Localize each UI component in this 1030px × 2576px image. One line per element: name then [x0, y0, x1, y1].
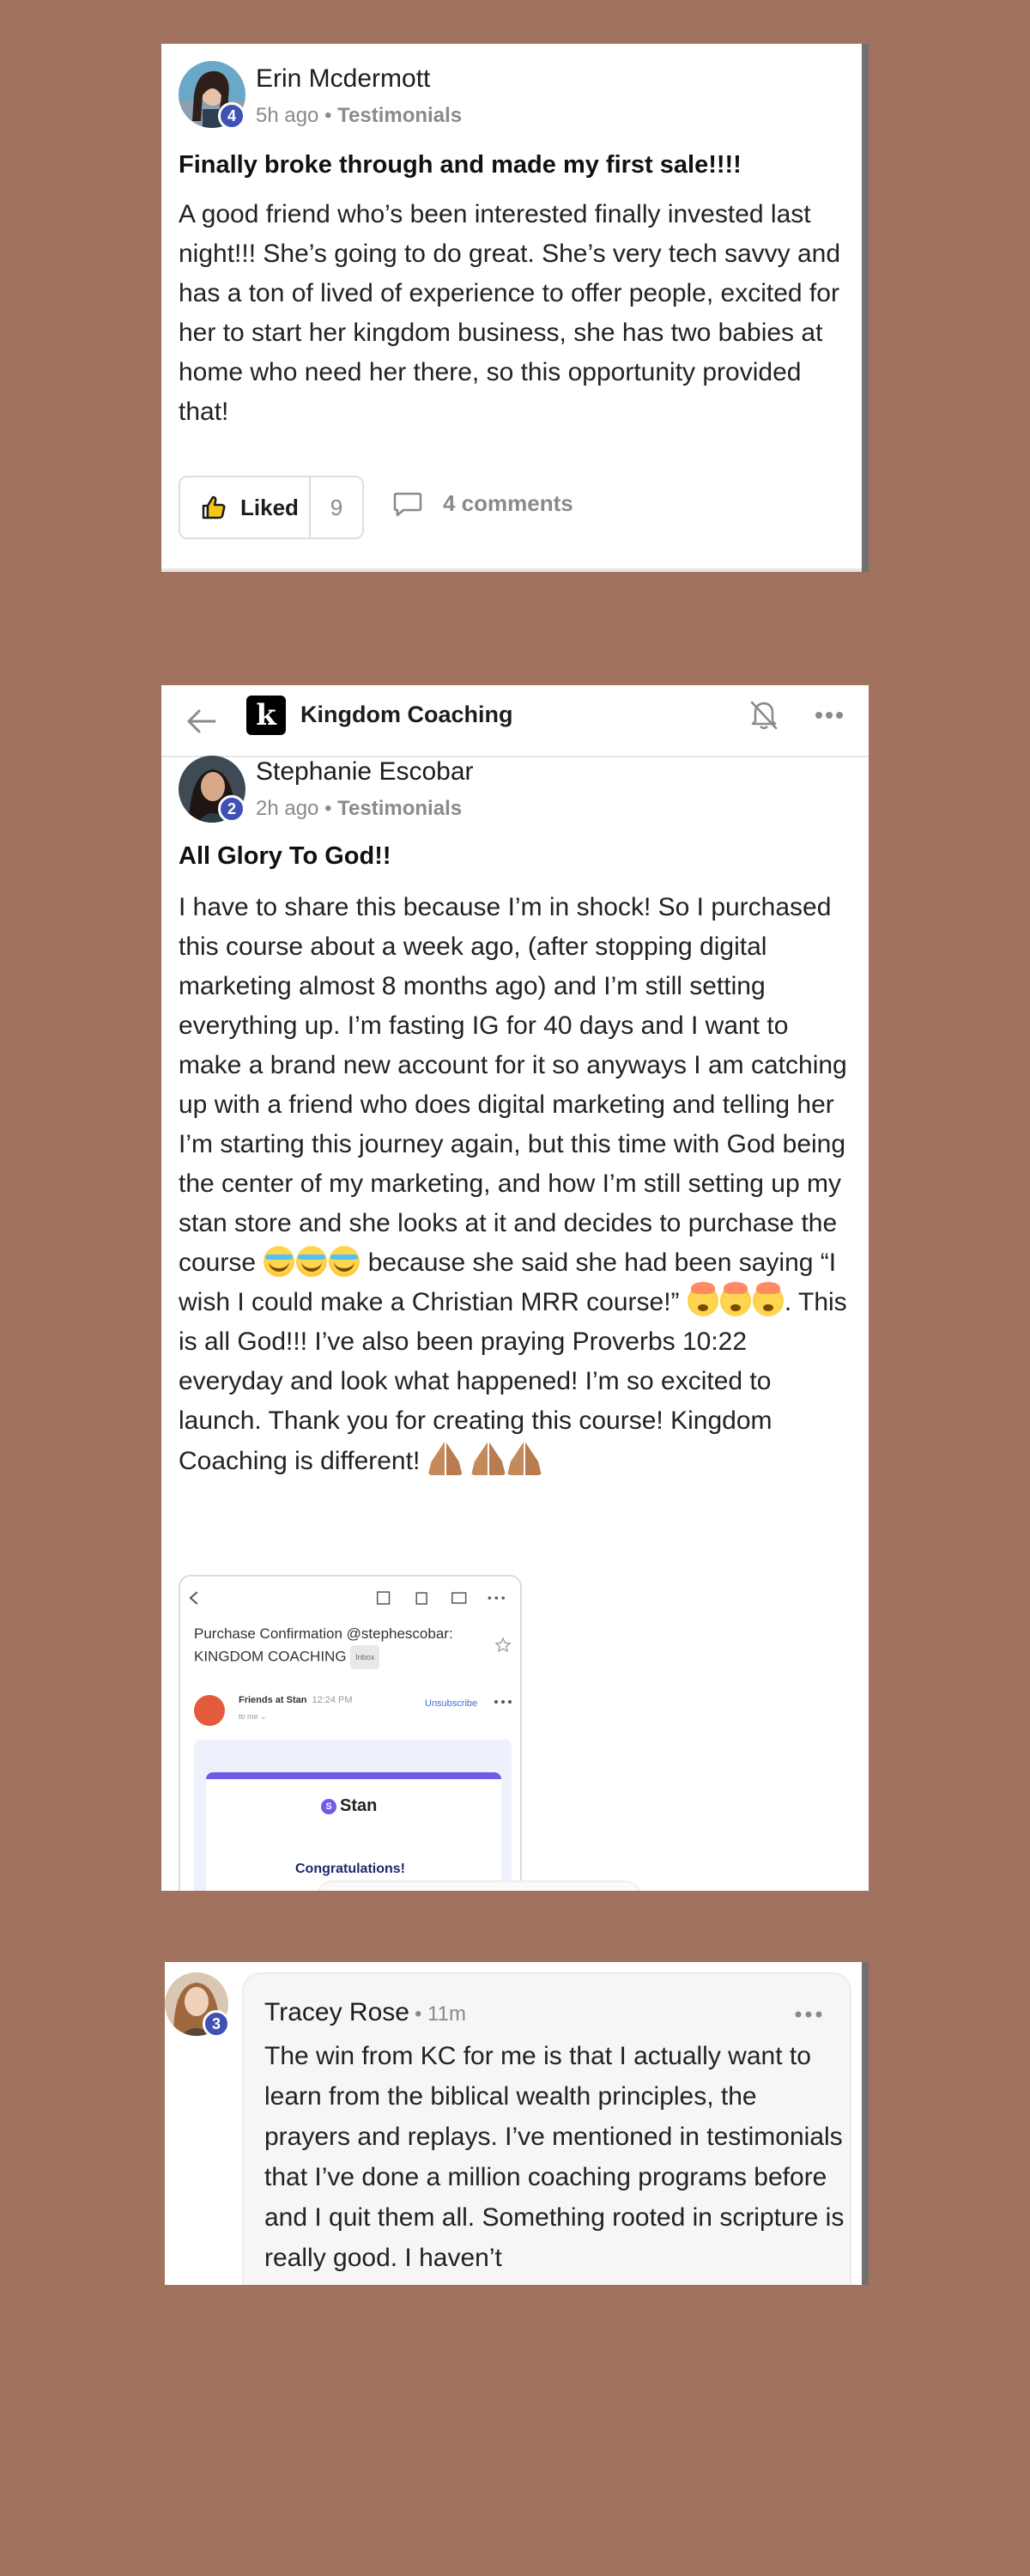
like-group: Liked 9	[179, 476, 364, 539]
stan-mark: S	[321, 1798, 336, 1814]
divider	[161, 568, 869, 572]
email-subject-text: Purchase Confirmation @stephescobar: KIN…	[194, 1625, 453, 1665]
post-meta: 5h ago • Testimonials	[256, 104, 462, 128]
sender-name: Friends at Stan	[239, 1695, 307, 1705]
crying-face-emoji	[296, 1246, 328, 1277]
author-name[interactable]: Tracey Rose	[264, 1998, 409, 2026]
level-badge: 4	[218, 102, 245, 130]
post-category[interactable]: Testimonials	[337, 797, 462, 820]
like-count[interactable]: 9	[311, 495, 362, 521]
email-toolbar	[189, 1591, 505, 1605]
post-time: 2h ago	[256, 797, 319, 820]
author-name[interactable]: Stephanie Escobar	[256, 757, 474, 787]
post-card-erin: 4 Erin Mcdermott 5h ago • Testimonials F…	[161, 44, 869, 572]
image-overlay-edge	[316, 1880, 642, 1891]
email-sender: Friends at Stan 12:24 PM	[239, 1695, 353, 1705]
post-body: I have to share this because I’m in shoc…	[179, 888, 857, 1481]
comment-card: 3 Tracey Rose • 11m The win from KC for m…	[165, 1962, 869, 2285]
meta-separator: •	[324, 104, 332, 127]
stan-logo: S Stan	[321, 1796, 377, 1816]
thumbs-up-icon	[202, 495, 226, 519]
level-badge: 2	[218, 795, 245, 823]
scrollbar[interactable]	[862, 1962, 869, 2285]
group-header-bar: k Kingdom Coaching	[161, 685, 869, 757]
email-recipient: to me ⌄	[239, 1712, 267, 1721]
group-name[interactable]: Kingdom Coaching	[300, 702, 512, 728]
unsubscribe-link: Unsubscribe	[425, 1698, 478, 1709]
like-label: Liked	[240, 494, 299, 520]
post-meta: 2h ago • Testimonials	[256, 797, 462, 821]
post-title[interactable]: Finally broke through and made my first …	[179, 151, 742, 179]
praying-hands-emoji	[427, 1441, 463, 1475]
crying-face-emoji	[264, 1246, 295, 1277]
post-category[interactable]: Testimonials	[337, 104, 462, 127]
star-icon	[494, 1637, 512, 1653]
sender-time: 12:24 PM	[312, 1695, 353, 1705]
comment-author: Tracey Rose • 11m	[264, 1998, 466, 2027]
exploding-head-emoji	[687, 1282, 718, 1316]
scrollbar[interactable]	[862, 44, 869, 572]
attached-screenshot[interactable]: Purchase Confirmation @stephescobar: KIN…	[179, 1575, 522, 1891]
sender-avatar	[194, 1695, 225, 1726]
email-subject: Purchase Confirmation @stephescobar: KIN…	[194, 1623, 469, 1669]
comment-body: The win from KC for me is that I actuall…	[264, 2042, 845, 2272]
group-logo[interactable]: k	[246, 696, 286, 735]
praying-hands-emoji	[470, 1441, 506, 1475]
inbox-chip: Inbox	[350, 1645, 380, 1669]
comments-label: 4 comments	[443, 490, 573, 516]
author-name[interactable]: Erin Mcdermott	[256, 64, 430, 94]
praying-hands-emoji	[506, 1441, 542, 1475]
exploding-head-emoji	[719, 1282, 751, 1316]
back-arrow-icon[interactable]	[185, 708, 216, 735]
comments-link[interactable]: 4 comments	[393, 490, 573, 517]
post-body-text: I have to share this because I’m in shoc…	[179, 893, 847, 1277]
post-body: A good friend who’s been interested fina…	[179, 200, 841, 426]
post-title[interactable]: All Glory To God!!	[179, 842, 391, 871]
comment-icon	[393, 492, 422, 516]
bell-muted-icon[interactable]	[747, 697, 781, 732]
exploding-head-emoji	[752, 1282, 784, 1316]
stan-wordmark: Stan	[340, 1796, 378, 1815]
email-congrats: Congratulations!	[295, 1862, 405, 1876]
more-options-icon[interactable]	[812, 702, 846, 728]
more-options-icon[interactable]	[791, 2002, 826, 2027]
level-badge: 3	[203, 2010, 230, 2038]
crying-face-emoji	[329, 1246, 360, 1277]
post-card-stephanie: k Kingdom Coaching 2 Stephanie Escobar 2…	[161, 685, 869, 1891]
more-options-icon	[494, 1700, 512, 1704]
like-button[interactable]: Liked	[180, 477, 311, 538]
meta-separator: •	[324, 797, 332, 820]
comment-time: • 11m	[414, 2002, 466, 2026]
post-time: 5h ago	[256, 104, 319, 127]
